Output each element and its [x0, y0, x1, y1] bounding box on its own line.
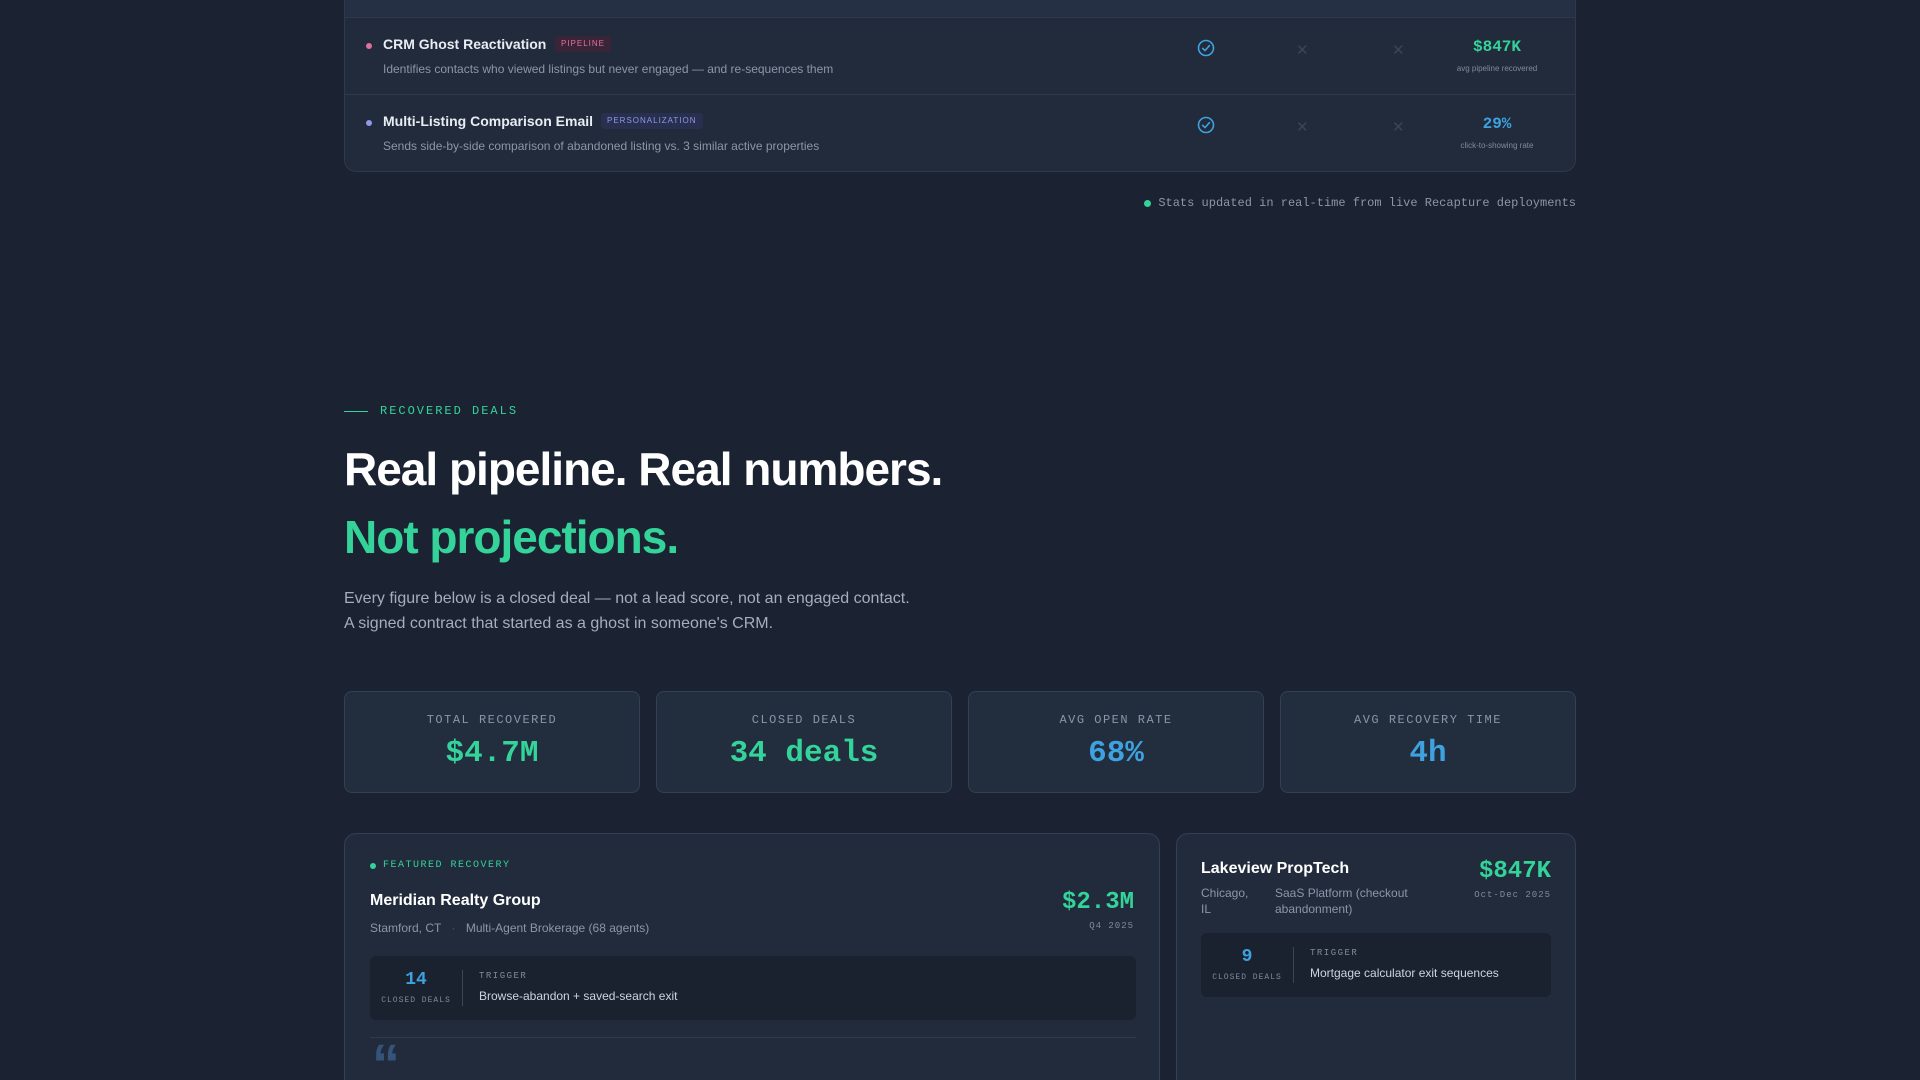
row-stat: 29% click-to-showing rate: [1437, 115, 1557, 150]
stat-value: $4.7M: [445, 736, 539, 771]
stat-card-total-recovered: TOTAL RECOVERED $4.7M: [344, 691, 640, 793]
case-card[interactable]: Lakeview PropTech Chicago, IL SaaS Platf…: [1176, 833, 1576, 1080]
x-icon: ✕: [1296, 42, 1309, 59]
row-description: Identifies contacts who viewed listings …: [383, 62, 834, 76]
trigger-info: TRIGGER Browse-abandon + saved-search ex…: [479, 971, 677, 1003]
featured-tag-text: FEATURED RECOVERY: [383, 860, 511, 871]
case-value-period: Q4 2025: [1089, 921, 1134, 931]
case-type: Multi-Agent Brokerage (68 agents): [465, 921, 650, 935]
quote-mark-icon: “: [372, 1032, 400, 1080]
stat-label: CLOSED DEALS: [751, 713, 857, 727]
closed-deals-count: 14 CLOSED DEALS: [370, 970, 462, 1005]
trigger-label: TRIGGER: [1310, 948, 1359, 958]
trigger-divider: [462, 970, 463, 1006]
lead-line-2: A signed contract that started as a ghos…: [344, 615, 774, 632]
row-name: CRM Ghost Reactivation: [383, 36, 547, 52]
x-icon: ✕: [1392, 119, 1405, 136]
case-trigger-box: 9 CLOSED DEALS TRIGGER Mortgage calculat…: [1201, 933, 1551, 997]
row-stat-value: 29%: [1482, 115, 1512, 133]
live-stats-note: Stats updated in real-time from live Rec…: [1144, 196, 1576, 210]
case-type-line-1: SaaS Platform (checkout: [1275, 886, 1408, 900]
case-type-line-2: abandonment): [1275, 902, 1353, 916]
row-stat-label: click-to-showing rate: [1460, 141, 1534, 150]
case-location-line-2: IL: [1201, 902, 1212, 916]
case-trigger-box: 14 CLOSED DEALS TRIGGER Browse-abandon +…: [370, 956, 1136, 1020]
case-value-amount: $2.3M: [1061, 889, 1134, 916]
stat-card-avg-recovery-time: AVG RECOVERY TIME 4h: [1280, 691, 1576, 793]
case-location-line-1: Chicago,: [1201, 886, 1249, 900]
section-eyebrow: RECOVERED DEALS: [344, 404, 518, 418]
table-row: CRM Ghost Reactivation PIPELINE Identifi…: [345, 18, 1575, 95]
section-heading-accent: Not projections.: [344, 511, 679, 563]
stat-label: TOTAL RECOVERED: [426, 713, 558, 727]
case-meta: Stamford, CT · Multi-Agent Brokerage (68…: [370, 920, 649, 936]
trigger-label: TRIGGER: [479, 971, 528, 981]
x-icon: ✕: [1296, 119, 1309, 136]
closed-deals-number: 9: [1241, 947, 1253, 967]
trigger-value: Mortgage calculator exit sequences: [1310, 966, 1499, 980]
section-lead: Every figure below is a closed deal — no…: [344, 586, 910, 636]
row-stat: $847K avg pipeline recovered: [1437, 38, 1557, 73]
case-value-amount: $847K: [1478, 858, 1551, 885]
check-circle-icon: [1197, 116, 1215, 134]
live-note-text: Stats updated in real-time from live Rec…: [1158, 196, 1576, 210]
row-dot: [366, 120, 372, 126]
case-company-name: Lakeview PropTech: [1201, 860, 1350, 877]
row-name: Multi-Listing Comparison Email: [383, 113, 594, 129]
case-value-period: Oct-Dec 2025: [1474, 890, 1551, 900]
closed-deals-label: CLOSED DEALS: [1212, 973, 1282, 982]
x-icon: ✕: [1392, 42, 1405, 59]
stat-value: 68%: [1088, 736, 1144, 771]
trigger-info: TRIGGER Mortgage calculator exit sequenc…: [1310, 948, 1499, 980]
eyebrow-line: [344, 410, 368, 412]
check-circle-icon: [1197, 39, 1215, 57]
stat-card-closed-deals: CLOSED DEALS 34 deals: [656, 691, 952, 793]
trigger-divider: [1293, 947, 1294, 983]
live-indicator-dot: [1144, 199, 1152, 207]
row-stat-value: $847K: [1472, 38, 1521, 56]
closed-deals-number: 14: [405, 970, 427, 990]
row-badge: PIPELINE: [555, 36, 612, 52]
table-header-bar: [345, 0, 1575, 18]
closed-deals-label: CLOSED DEALS: [381, 996, 451, 1005]
trigger-value: Browse-abandon + saved-search exit: [479, 989, 678, 1003]
row-description: Sends side-by-side comparison of abandon…: [383, 139, 820, 153]
eyebrow-text: RECOVERED DEALS: [380, 404, 519, 418]
section-heading: Real pipeline. Real numbers.: [344, 443, 943, 495]
meta-separator: ·: [451, 921, 456, 935]
case-value: $847K Oct-Dec 2025: [1474, 858, 1551, 900]
case-value: $2.3M Q4 2025: [1062, 889, 1134, 931]
table-row: Multi-Listing Comparison Email PERSONALI…: [345, 95, 1575, 172]
stat-card-avg-open-rate: AVG OPEN RATE 68%: [968, 691, 1264, 793]
case-location: Chicago, IL: [1201, 885, 1261, 917]
card-divider: [370, 1037, 1136, 1038]
row-badge: PERSONALIZATION: [601, 113, 703, 129]
featured-tag: FEATURED RECOVERY: [370, 860, 511, 871]
row-stat-label: avg pipeline recovered: [1456, 64, 1538, 73]
featured-dot: [370, 862, 376, 869]
featured-case-card[interactable]: FEATURED RECOVERY Meridian Realty Group …: [344, 833, 1160, 1080]
case-location: Stamford, CT: [370, 921, 442, 935]
case-company-name: Meridian Realty Group: [370, 892, 541, 909]
stat-value: 34 deals: [729, 736, 879, 771]
feature-table: CRM Ghost Reactivation PIPELINE Identifi…: [344, 0, 1576, 172]
case-type: SaaS Platform (checkout abandonment): [1275, 885, 1425, 917]
row-dot: [366, 43, 372, 49]
closed-deals-count: 9 CLOSED DEALS: [1201, 947, 1293, 982]
stat-value: 4h: [1409, 736, 1447, 771]
stat-label: AVG OPEN RATE: [1059, 713, 1173, 727]
stat-label: AVG RECOVERY TIME: [1354, 713, 1502, 727]
lead-line-1: Every figure below is a closed deal — no…: [344, 590, 910, 607]
